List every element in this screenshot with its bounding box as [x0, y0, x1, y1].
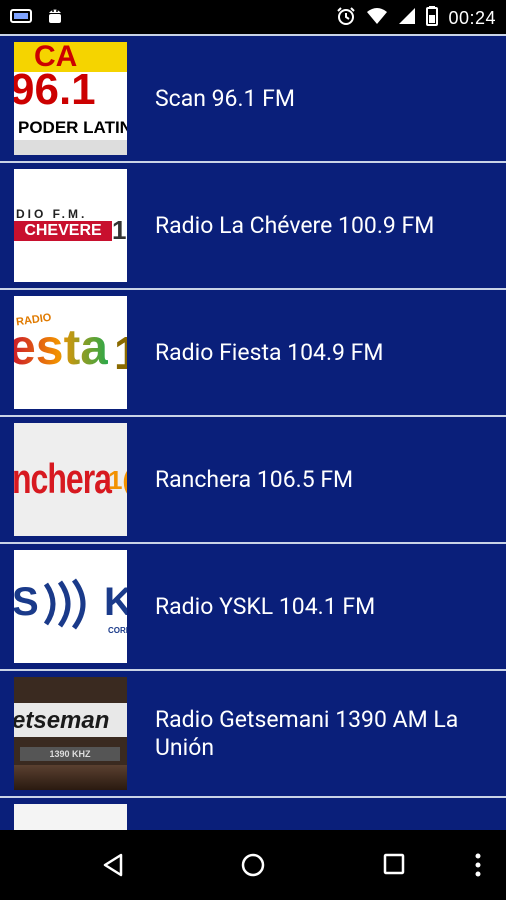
station-logo: nchera 1( [14, 423, 127, 536]
station-name: Radio YSKL 104.1 FM [155, 592, 376, 620]
notification-icon [10, 7, 32, 29]
list-item[interactable] [0, 796, 506, 830]
back-icon[interactable] [100, 852, 126, 882]
clock: 00:24 [448, 7, 496, 28]
station-name: Radio Getsemani 1390 AM La Unión [155, 705, 459, 761]
menu-icon[interactable] [474, 852, 482, 882]
signal-icon [398, 7, 416, 29]
navigation-bar [0, 830, 506, 900]
station-name: Scan 96.1 FM [155, 84, 295, 112]
station-name: Radio Fiesta 104.9 FM [155, 338, 384, 366]
wifi-icon [366, 7, 388, 29]
station-name [155, 798, 490, 830]
station-list[interactable]: CA 96.1 PODER LATIN Scan 96.1 FM DIO F.M… [0, 34, 506, 830]
battery-icon [426, 6, 439, 30]
list-item[interactable]: RADIO esta 1 Radio Fiesta 104.9 FM [0, 288, 506, 415]
list-item[interactable]: nchera 1( Ranchera 106.5 FM [0, 415, 506, 542]
station-name: Ranchera 106.5 FM [155, 465, 354, 493]
station-logo: S K CORPO [14, 550, 127, 663]
station-logo: etseman 1390 KHZ [14, 677, 127, 790]
station-logo: CA 96.1 PODER LATIN [14, 42, 127, 155]
status-bar: 00:24 [0, 0, 506, 34]
list-item[interactable]: CA 96.1 PODER LATIN Scan 96.1 FM [0, 34, 506, 161]
alarm-icon [336, 6, 356, 30]
home-icon[interactable] [240, 852, 266, 882]
station-logo: DIO F.M. CHEVERE 1C [14, 169, 127, 282]
station-name: Radio La Chévere 100.9 FM [155, 211, 435, 239]
list-item[interactable]: S K CORPO Radio YSKL 104.1 FM [0, 542, 506, 669]
recents-icon[interactable] [382, 852, 406, 880]
list-item[interactable]: etseman 1390 KHZ Radio Getsemani 1390 AM… [0, 669, 506, 796]
sound-waves-icon [43, 578, 86, 630]
station-logo [14, 804, 127, 830]
station-logo: RADIO esta 1 [14, 296, 127, 409]
android-icon [46, 6, 64, 30]
list-item[interactable]: DIO F.M. CHEVERE 1C Radio La Chévere 100… [0, 161, 506, 288]
